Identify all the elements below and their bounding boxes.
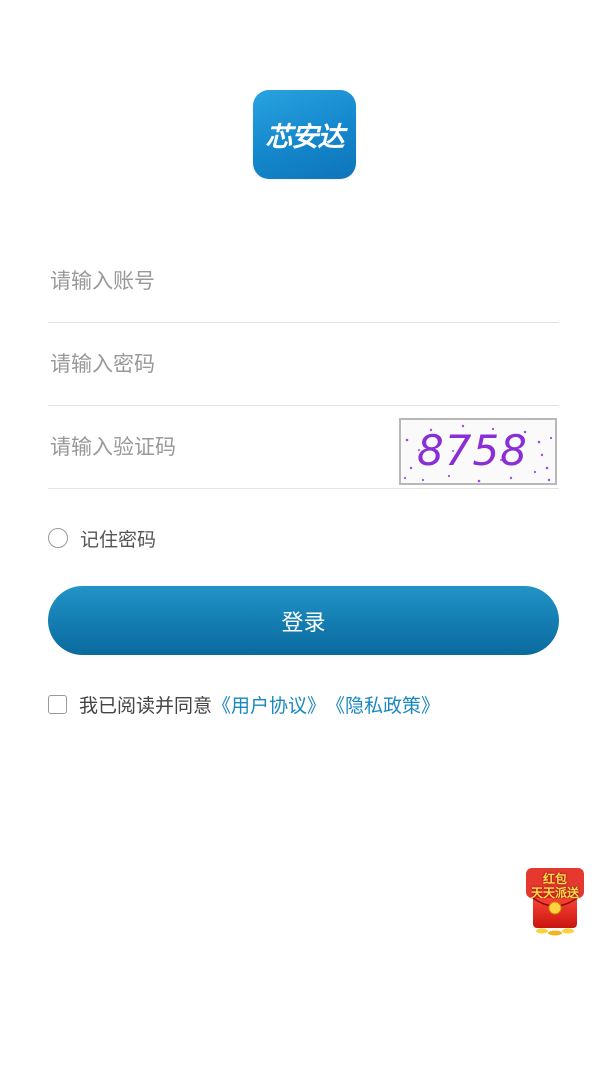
app-logo-text: 芯安达	[265, 122, 345, 153]
app-logo: 芯安达	[253, 90, 356, 179]
login-button[interactable]: 登录	[48, 586, 559, 655]
remember-password-radio[interactable]	[48, 528, 68, 548]
account-field	[48, 240, 559, 323]
captcha-image[interactable]: 8758	[399, 418, 557, 485]
remember-password-label: 记住密码	[80, 528, 157, 551]
captcha-input[interactable]	[48, 406, 380, 488]
agreement-prefix: 我已阅读并同意	[79, 694, 213, 717]
account-input[interactable]	[48, 240, 380, 322]
captcha-code: 8758	[417, 426, 528, 475]
agreement-row: 我已阅读并同意 《用户协议》 《隐私政策》	[48, 690, 440, 718]
password-field	[48, 323, 559, 406]
agreement-checkbox[interactable]	[48, 694, 67, 714]
login-page: 芯安达 8758	[0, 0, 607, 1080]
red-packet-line2: 天天派送	[530, 886, 579, 900]
password-input[interactable]	[48, 323, 380, 405]
privacy-policy-link[interactable]: 《隐私政策》	[326, 691, 440, 718]
user-agreement-link[interactable]: 《用户协议》	[212, 691, 326, 718]
captcha-field: 8758	[48, 406, 559, 489]
red-packet-promo-button[interactable]: 红包 天天派送	[522, 868, 588, 936]
remember-password-toggle[interactable]: 记住密码	[48, 524, 156, 552]
